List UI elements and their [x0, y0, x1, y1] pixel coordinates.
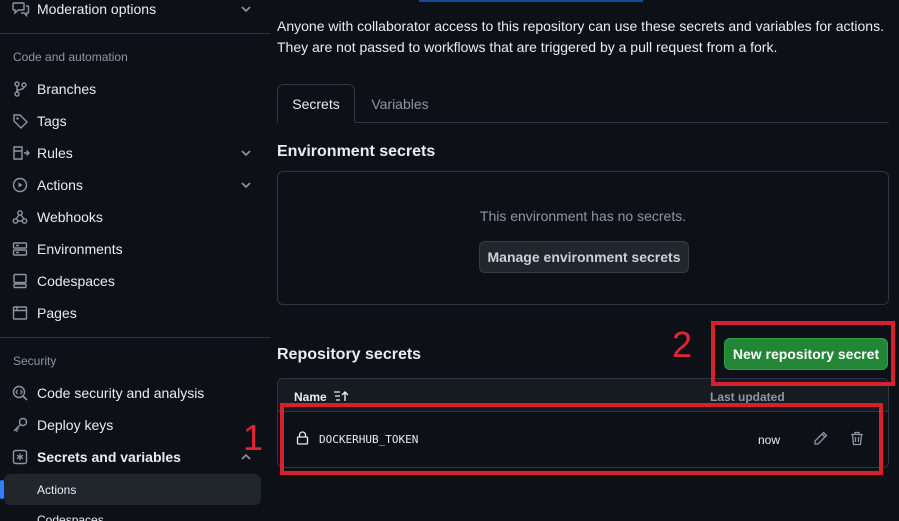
sidebar-item-webhooks[interactable]: Webhooks [4, 202, 261, 232]
codescan-icon [12, 385, 30, 401]
sort-icon[interactable] [333, 390, 351, 402]
browser-icon [12, 305, 30, 321]
annotation-label-1: 1 [243, 417, 264, 458]
sidebar-item-label: Branches [37, 81, 97, 97]
environment-secrets-heading: Environment secrets [277, 143, 436, 160]
branch-icon [12, 81, 30, 97]
sidebar-item-pages[interactable]: Pages [4, 298, 261, 328]
sidebar-item-label: Tags [37, 113, 67, 129]
intro-text: Anyone with collaborator access to this … [277, 16, 897, 58]
repository-secrets-heading: Repository secrets [277, 346, 422, 363]
settings-page: Moderation options Code and automation B… [0, 0, 899, 521]
annotation-box-2 [711, 321, 895, 386]
environment-secrets-panel: This environment has no secrets. Manage … [277, 171, 889, 305]
intro-line: They are not passed to workflows that ar… [277, 39, 778, 55]
sidebar-section-heading: Security [13, 354, 57, 368]
sidebar-item-tags[interactable]: Tags [4, 106, 261, 136]
server-icon [12, 241, 30, 257]
comment-discussion-icon [12, 1, 30, 17]
section-top-border [419, 0, 643, 2]
sidebar-item-branches[interactable]: Branches [4, 74, 261, 104]
sidebar-item-label: Codespaces [37, 273, 115, 289]
annotation-label-2: 2 [672, 324, 693, 365]
sidebar-item-label: Webhooks [37, 209, 103, 225]
sidebar-item-label: Code security and analysis [37, 385, 205, 401]
sidebar-subitem-codespaces[interactable]: Codespaces [4, 504, 261, 521]
manage-environment-secrets-button[interactable]: Manage environment secrets [479, 241, 689, 273]
sidebar-item-label: Moderation options [37, 1, 157, 17]
rules-icon [12, 145, 30, 161]
tag-icon [12, 113, 30, 129]
sidebar-item-label: Rules [37, 145, 73, 161]
sidebar-item-codespaces[interactable]: Codespaces [4, 266, 261, 296]
sidebar-subitem-label: Codespaces [37, 513, 104, 521]
asterisk-icon [12, 449, 30, 465]
play-icon [12, 177, 30, 193]
sidebar-item-label: Environments [37, 241, 123, 257]
sidebar-section-heading: Code and automation [13, 50, 128, 64]
sidebar-item-label: Pages [37, 305, 77, 321]
codespaces-icon [12, 273, 30, 289]
chevron-down-icon [239, 2, 253, 16]
sidebar-subitem-label: Actions [37, 483, 77, 497]
sidebar-item-label: Secrets and variables [37, 449, 181, 465]
column-header-last-updated: Last updated [710, 390, 785, 404]
chevron-down-icon [239, 178, 253, 192]
sidebar-item-secrets-and-variables[interactable]: Secrets and variables [4, 442, 261, 472]
key-icon [12, 417, 30, 433]
sidebar-item-label: Deploy keys [37, 417, 114, 433]
empty-state-text: This environment has no secrets. [479, 208, 687, 224]
annotation-box-1 [280, 403, 883, 475]
sidebar-item-rules[interactable]: Rules [4, 138, 261, 168]
tab-variables[interactable]: Variables [357, 84, 443, 123]
chevron-down-icon [239, 146, 253, 160]
sidebar-item-environments[interactable]: Environments [4, 234, 261, 264]
settings-sidebar: Moderation options Code and automation B… [0, 0, 270, 521]
sidebar-divider [0, 33, 270, 34]
sidebar-item-actions[interactable]: Actions [4, 170, 261, 200]
webhook-icon [12, 209, 30, 225]
column-header-name[interactable]: Name [294, 390, 327, 404]
intro-line: Anyone with collaborator access to this … [277, 18, 884, 34]
sidebar-item-deploy-keys[interactable]: Deploy keys [4, 410, 261, 440]
sidebar-item-label: Actions [37, 177, 83, 193]
sidebar-divider [0, 337, 270, 338]
sidebar-item-code-security[interactable]: Code security and analysis [4, 378, 261, 408]
sidebar-subitem-actions[interactable]: Actions [0, 474, 261, 505]
sidebar-item-moderation-options[interactable]: Moderation options [4, 0, 261, 24]
tab-secrets[interactable]: Secrets [277, 84, 355, 123]
